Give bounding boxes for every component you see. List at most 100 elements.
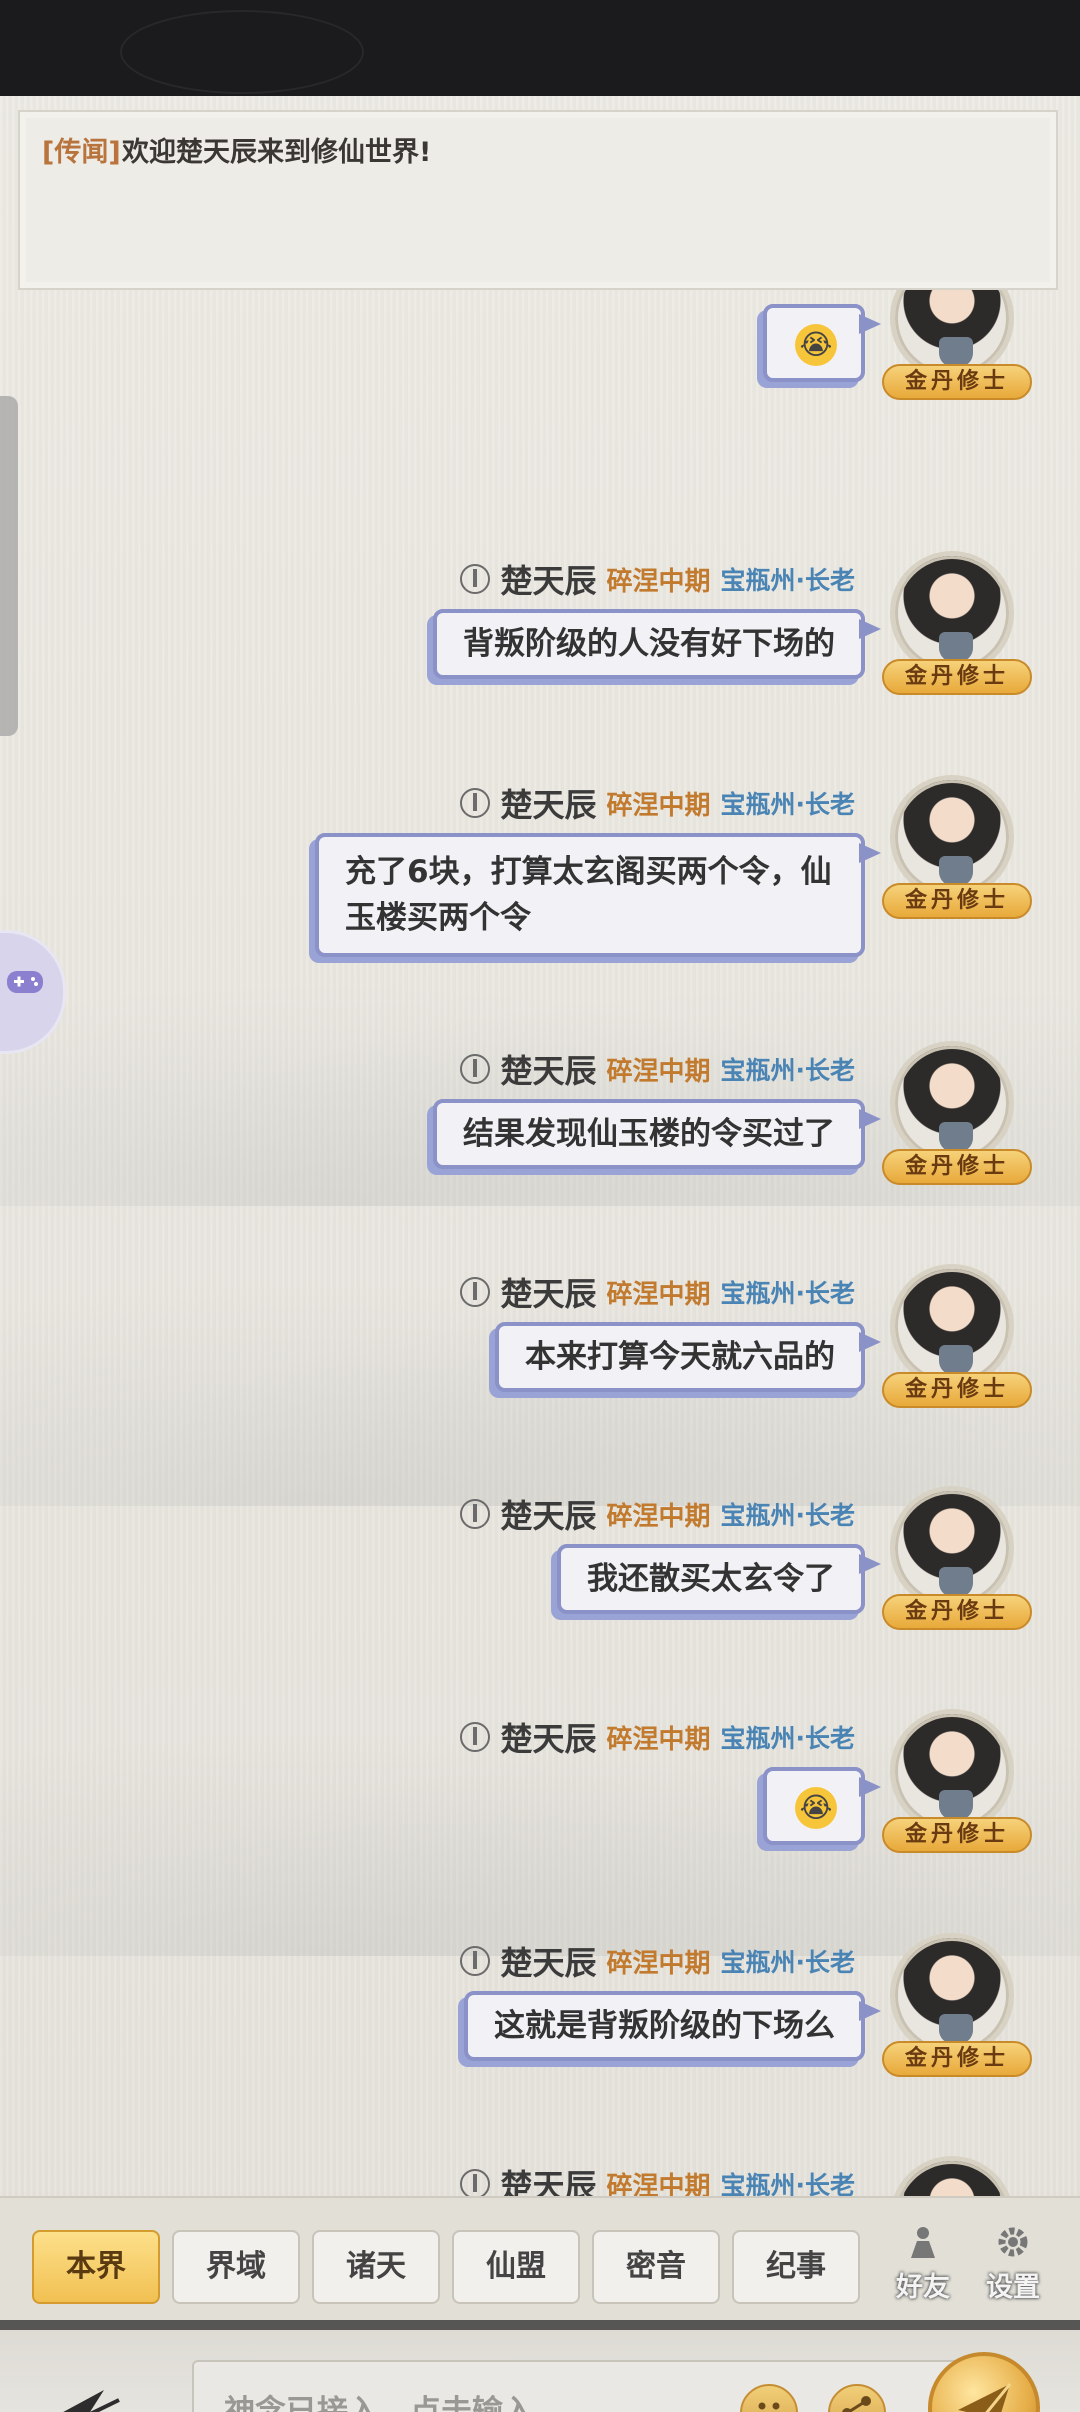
friends-button[interactable]: 好友 bbox=[888, 2218, 958, 2308]
sender-info: 楚天辰 碎涅中期 宝瓶州·长老 bbox=[460, 1714, 856, 1760]
friends-icon bbox=[911, 2227, 935, 2258]
sender-name[interactable]: 楚天辰 bbox=[500, 1046, 596, 1092]
smiley-icon bbox=[758, 2402, 780, 2410]
sender-name[interactable]: 楚天辰 bbox=[500, 780, 596, 826]
cultivation-icon bbox=[460, 2169, 491, 2199]
friends-label: 好友 bbox=[896, 2272, 950, 2303]
sender-realm: 碎涅中期 bbox=[606, 566, 711, 597]
tab-benjie[interactable]: 本界 bbox=[32, 2230, 160, 2304]
tab-xianmeng[interactable]: 仙盟 bbox=[452, 2230, 580, 2304]
rank-badge: 金丹修士 bbox=[882, 1817, 1032, 1853]
sender-info: 楚天辰 碎涅中期 宝瓶州·长老 bbox=[460, 556, 855, 602]
sender-avatar[interactable]: 金丹修士 bbox=[882, 1264, 1032, 1414]
chat-screen: 😭 金丹修士 楚天辰 碎涅中期 宝瓶州·长老 背叛阶级的人没有好下场的 金丹修士 楚天辰 碎涅中… bbox=[0, 96, 1080, 2412]
sender-avatar[interactable]: 金丹修士 bbox=[882, 1709, 1032, 1859]
message-bubble[interactable]: 😭 bbox=[763, 1767, 881, 1845]
settings-label: 设置 bbox=[986, 2272, 1040, 2303]
settings-button[interactable]: 设置 bbox=[978, 2218, 1048, 2308]
rank-badge: 金丹修士 bbox=[882, 364, 1032, 400]
sender-title: 宝瓶州·长老 bbox=[720, 1279, 856, 1308]
sender-info: 楚天辰 碎涅中期 宝瓶州·长老 bbox=[460, 1269, 856, 1315]
avatar[interactable] bbox=[890, 1486, 1014, 1610]
status-bar bbox=[0, 0, 1080, 96]
share-button[interactable] bbox=[828, 2384, 886, 2412]
send-button[interactable] bbox=[928, 2352, 1040, 2412]
chat-message: 楚天辰 碎涅中期 宝瓶州·长老结果发现仙玉楼的令买过了 金丹修士 bbox=[0, 1041, 1080, 1261]
avatar[interactable] bbox=[890, 1709, 1014, 1833]
input-bar: 神念已接入，点击输入 bbox=[0, 2320, 1080, 2412]
cultivation-icon bbox=[460, 1722, 491, 1752]
sender-info: 楚天辰 碎涅中期 宝瓶州·长老 bbox=[460, 780, 856, 826]
chat-message: 楚天辰 碎涅中期 宝瓶州·长老充了6块，打算太玄阁买两个令，仙玉楼买两个令 金丹修士 bbox=[0, 775, 1080, 995]
avatar[interactable] bbox=[890, 1041, 1014, 1165]
avatar[interactable] bbox=[890, 1264, 1014, 1388]
tab-jishi[interactable]: 纪事 bbox=[732, 2230, 860, 2304]
message-bubble[interactable]: 结果发现仙玉楼的令买过了 bbox=[433, 1099, 881, 1169]
announcement-banner: [传闻] 欢迎楚天辰来到修仙世界! bbox=[18, 110, 1058, 290]
announcement-tag: [传闻] bbox=[42, 137, 121, 168]
avatar[interactable] bbox=[890, 1933, 1014, 2057]
sender-avatar[interactable]: 金丹修士 bbox=[882, 1933, 1032, 2083]
sender-name[interactable]: 楚天辰 bbox=[500, 1714, 596, 1760]
message-bubble[interactable]: 背叛阶级的人没有好下场的 bbox=[433, 609, 881, 679]
message-input[interactable]: 神念已接入，点击输入 bbox=[192, 2360, 972, 2412]
rank-badge: 金丹修士 bbox=[882, 1149, 1032, 1185]
cultivation-icon bbox=[460, 788, 491, 818]
message-bubble[interactable]: 充了6块，打算太玄阁买两个令，仙玉楼买两个令 bbox=[315, 833, 881, 957]
cultivation-icon bbox=[460, 1277, 491, 1307]
crying-emoji-icon: 😭 bbox=[795, 1787, 837, 1829]
sender-avatar[interactable]: 金丹修士 bbox=[882, 551, 1032, 701]
sender-title: 宝瓶州·长老 bbox=[720, 1948, 856, 1977]
sender-info: 楚天辰 碎涅中期 宝瓶州·长老 bbox=[460, 1046, 856, 1092]
sender-realm: 碎涅中期 bbox=[606, 1724, 711, 1755]
message-bubble[interactable]: 😭 bbox=[763, 304, 881, 382]
sender-name[interactable]: 楚天辰 bbox=[500, 1269, 596, 1315]
share-icon bbox=[842, 2396, 871, 2412]
sender-name[interactable]: 楚天辰 bbox=[500, 556, 596, 602]
chat-message: 楚天辰 碎涅中期 宝瓶州·长老本来打算今天就六品的 金丹修士 bbox=[0, 1264, 1080, 1484]
sender-avatar[interactable]: 金丹修士 bbox=[882, 1041, 1032, 1191]
sender-title: 宝瓶州·长老 bbox=[720, 1056, 856, 1085]
message-bubble[interactable]: 这就是背叛阶级的下场么 bbox=[464, 1991, 881, 2061]
sender-title: 宝瓶州·长老 bbox=[720, 1724, 856, 1753]
sender-title: 宝瓶州·长老 bbox=[720, 790, 856, 819]
send-icon bbox=[958, 2383, 1012, 2412]
sender-name[interactable]: 楚天辰 bbox=[500, 1938, 596, 1984]
sender-avatar[interactable]: 金丹修士 bbox=[882, 775, 1032, 925]
sender-name[interactable]: 楚天辰 bbox=[500, 1491, 596, 1537]
sender-title: 宝瓶州·长老 bbox=[720, 1501, 856, 1530]
sender-realm: 碎涅中期 bbox=[606, 790, 711, 821]
sender-info: 楚天辰 碎涅中期 宝瓶州·长老 bbox=[460, 1938, 856, 1984]
emoji-button[interactable] bbox=[740, 2384, 798, 2412]
chat-message: 😭 金丹修士 bbox=[0, 256, 1080, 524]
channel-tab-bar: 本界 界域 诸天 仙盟 密音 纪事 好友 设置 bbox=[0, 2196, 1080, 2322]
rank-badge: 金丹修士 bbox=[882, 659, 1032, 695]
rank-badge: 金丹修士 bbox=[882, 2041, 1032, 2077]
sender-realm: 碎涅中期 bbox=[606, 1501, 711, 1532]
cultivation-icon bbox=[460, 1499, 491, 1529]
chat-message: 楚天辰 碎涅中期 宝瓶州·长老这就是背叛阶级的下场么 金丹修士 bbox=[0, 1933, 1080, 2153]
sender-realm: 碎涅中期 bbox=[606, 1056, 711, 1087]
avatar[interactable] bbox=[890, 551, 1014, 675]
crying-emoji-icon: 😭 bbox=[795, 324, 837, 366]
cultivation-icon bbox=[460, 1054, 491, 1084]
back-arrow-icon[interactable] bbox=[44, 2382, 164, 2412]
announcement-text: 欢迎楚天辰来到修仙世界! bbox=[122, 137, 432, 168]
sender-realm: 碎涅中期 bbox=[606, 1279, 711, 1310]
gear-icon bbox=[998, 2227, 1028, 2257]
sender-info: 楚天辰 碎涅中期 宝瓶州·长老 bbox=[460, 1491, 856, 1537]
sender-avatar[interactable]: 金丹修士 bbox=[882, 1486, 1032, 1636]
avatar[interactable] bbox=[890, 775, 1014, 899]
input-placeholder: 神念已接入，点击输入 bbox=[224, 2394, 534, 2412]
chat-message: 楚天辰 碎涅中期 宝瓶州·长老我还散买太玄令了 金丹修士 bbox=[0, 1486, 1080, 1706]
tab-jieyu[interactable]: 界域 bbox=[172, 2230, 300, 2304]
chat-message: 楚天辰 碎涅中期 宝瓶州·长老 😭 金丹修士 bbox=[0, 1709, 1080, 1929]
cultivation-icon bbox=[460, 564, 491, 594]
tab-miyin[interactable]: 密音 bbox=[592, 2230, 720, 2304]
message-bubble[interactable]: 本来打算今天就六品的 bbox=[495, 1322, 881, 1392]
message-bubble[interactable]: 我还散买太玄令了 bbox=[557, 1544, 881, 1614]
sender-realm: 碎涅中期 bbox=[606, 1948, 711, 1979]
rank-badge: 金丹修士 bbox=[882, 883, 1032, 919]
tab-zhutian[interactable]: 诸天 bbox=[312, 2230, 440, 2304]
rank-badge: 金丹修士 bbox=[882, 1372, 1032, 1408]
